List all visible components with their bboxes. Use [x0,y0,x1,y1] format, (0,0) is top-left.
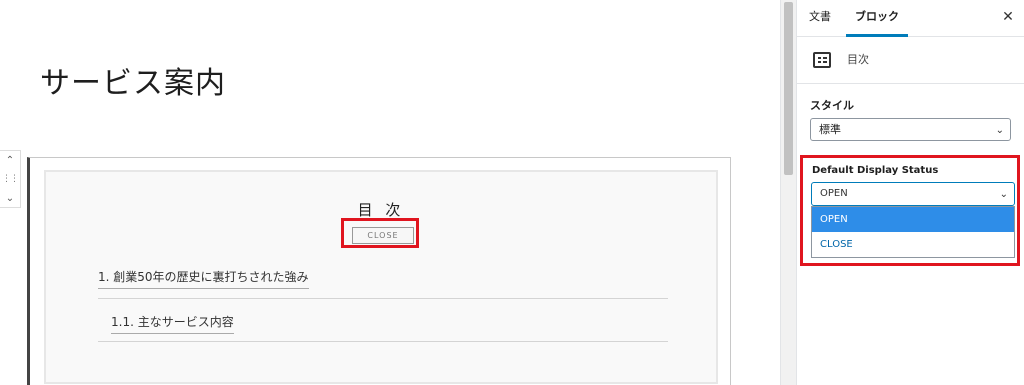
chevron-down-icon: ⌄ [999,189,1008,200]
toc-link[interactable]: 1.1. 主なサービス内容 [111,313,234,334]
display-status-value: OPEN [820,188,848,199]
tab-block[interactable]: ブロック [846,0,908,37]
block-mover: ⌃ ⋮⋮ ⌄ [0,150,21,208]
drag-handle-icon[interactable]: ⋮⋮ [0,170,20,189]
tab-document[interactable]: 文書 [809,0,831,37]
toc-item: 1.1. 主なサービス内容 [98,311,668,342]
scrollbar-thumb[interactable] [784,2,793,175]
block-name: 目次 [847,53,869,66]
page-title[interactable]: サービス案内 [40,58,226,102]
display-status-group: Default Display Status OPEN ⌄ OPEN CLOSE [800,155,1020,266]
sidebar-tabs: 文書 ブロック ✕ [797,0,1024,37]
scrollbar[interactable] [781,0,796,385]
settings-sidebar: 文書 ブロック ✕ 目次 スタイル 標準 ⌄ Default Display S… [796,0,1024,385]
highlight-close-button [341,218,419,248]
list-view-icon [813,52,831,68]
close-icon[interactable]: ✕ [1000,9,1016,25]
style-select[interactable]: 標準 ⌄ [810,118,1011,141]
toc-item: 1. 創業50年の歴史に裏打ちされた強み [98,266,668,299]
option-close[interactable]: CLOSE [812,232,1014,257]
option-open[interactable]: OPEN [812,207,1014,232]
toc-title: 目 次 [357,201,405,219]
chevron-down-icon: ⌄ [995,125,1004,136]
display-status-dropdown: OPEN CLOSE [811,206,1015,258]
style-select-value: 標準 [819,123,841,136]
style-label: スタイル [810,99,854,112]
toc-link[interactable]: 1. 創業50年の歴史に裏打ちされた強み [98,268,309,289]
display-status-select[interactable]: OPEN ⌄ [811,182,1015,206]
chevron-up-icon[interactable]: ⌃ [0,151,20,170]
toc-block[interactable]: 目 次 CLOSE 1. 創業50年の歴史に裏打ちされた強み 1.1. 主なサー… [27,157,731,385]
editor-canvas: サービス案内 ⌃ ⋮⋮ ⌄ 目 次 CLOSE 1. 創業50年の歴史に裏打ちさ… [0,0,780,385]
chevron-down-icon[interactable]: ⌄ [0,189,20,208]
toc-container: 目 次 CLOSE 1. 創業50年の歴史に裏打ちされた強み 1.1. 主なサー… [44,170,718,384]
display-status-label: Default Display Status [812,165,939,176]
block-card: 目次 [797,37,1024,84]
